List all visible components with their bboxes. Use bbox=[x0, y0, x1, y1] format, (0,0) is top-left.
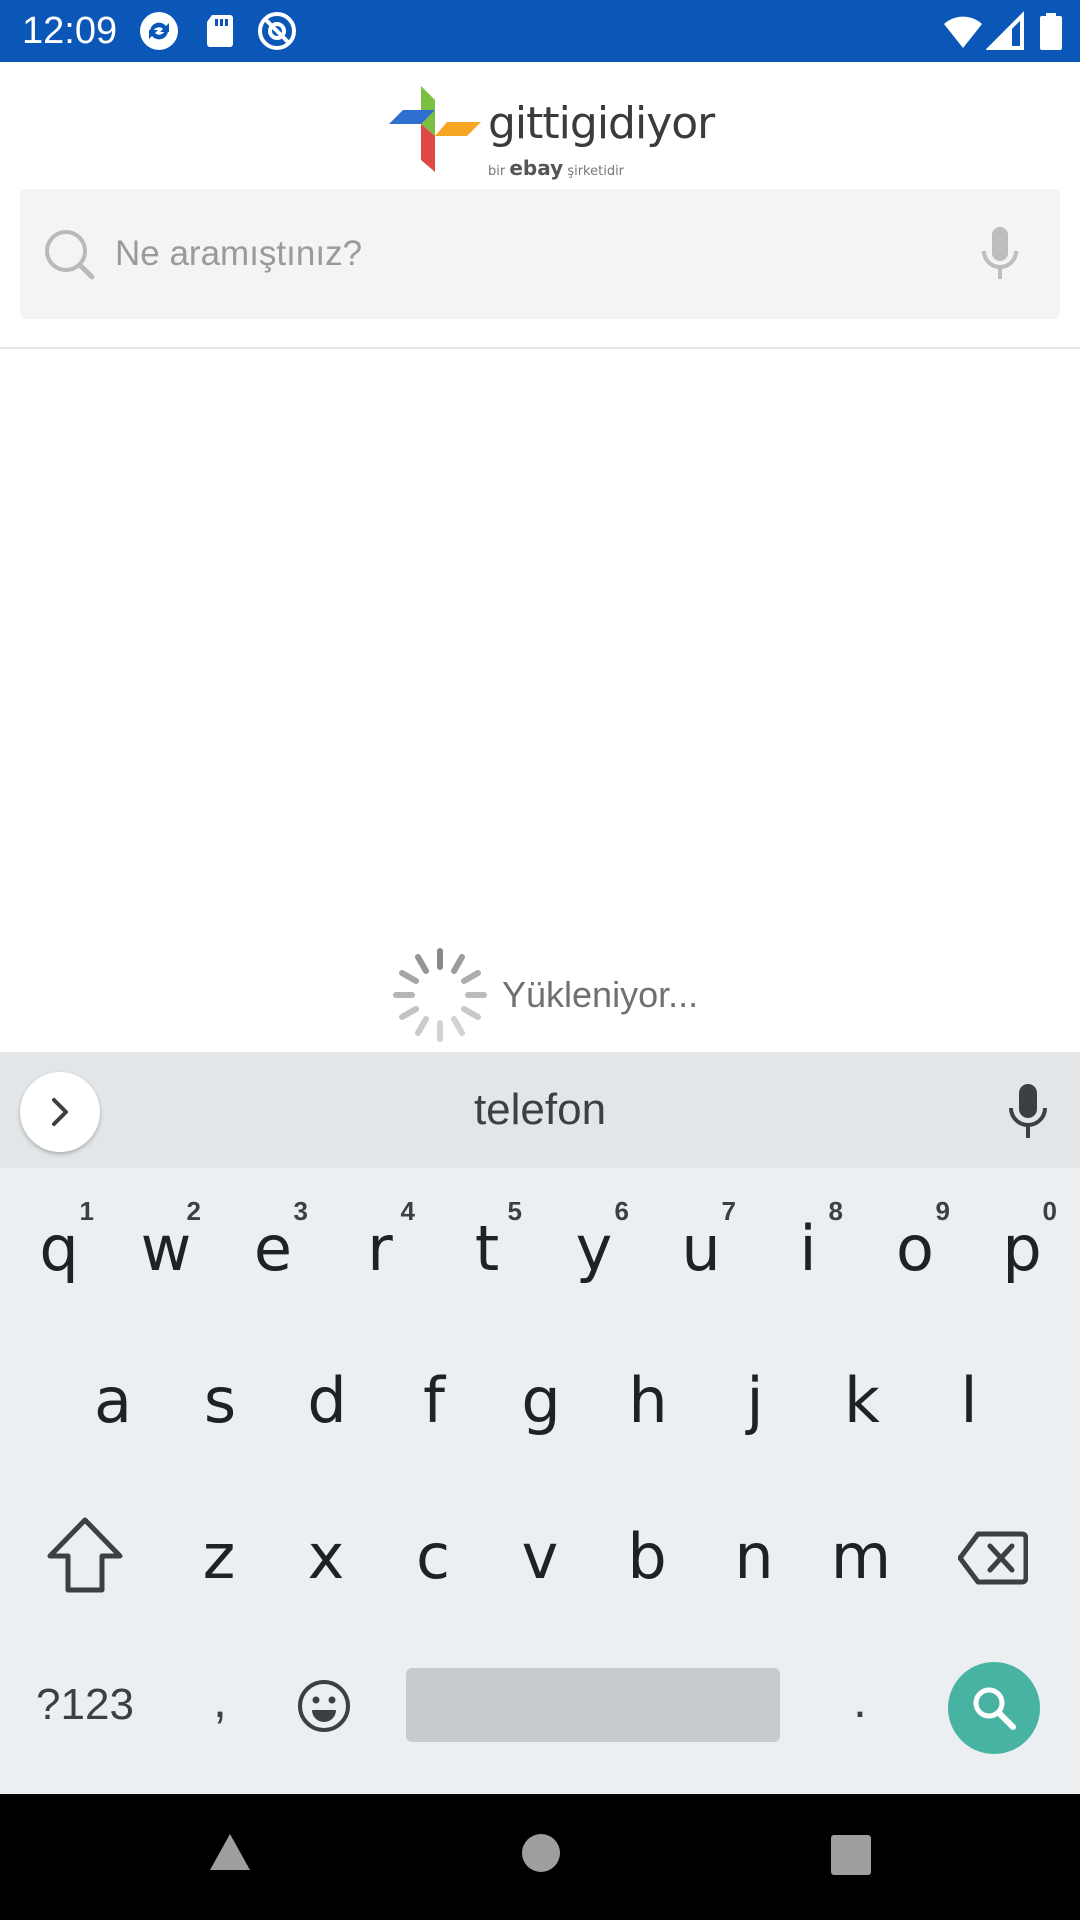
key-hint: 2 bbox=[186, 1196, 201, 1226]
at-sign-icon bbox=[258, 12, 296, 50]
status-time: 12:09 bbox=[22, 10, 118, 52]
key-label: a bbox=[94, 1364, 132, 1437]
key-n[interactable]: n bbox=[701, 1500, 807, 1620]
key-x[interactable]: x bbox=[273, 1500, 379, 1620]
key-label: v bbox=[521, 1520, 559, 1593]
key-label: h bbox=[628, 1364, 668, 1437]
key-w[interactable]: w2 bbox=[113, 1192, 219, 1312]
key-f[interactable]: f bbox=[381, 1344, 487, 1464]
search-icon bbox=[973, 1687, 1016, 1730]
key-p[interactable]: p0 bbox=[969, 1192, 1075, 1312]
key-label: y bbox=[575, 1212, 613, 1285]
key-g[interactable]: g bbox=[488, 1344, 594, 1464]
key-label: x bbox=[307, 1520, 345, 1593]
key-hint: 6 bbox=[614, 1196, 629, 1226]
key-hint: 7 bbox=[721, 1196, 736, 1226]
key-label: e bbox=[253, 1212, 293, 1285]
key-i[interactable]: i8 bbox=[755, 1192, 861, 1312]
loading-spinner-icon bbox=[393, 948, 487, 1042]
key-r[interactable]: r4 bbox=[327, 1192, 433, 1312]
key-label: g bbox=[521, 1364, 561, 1437]
key-label: z bbox=[202, 1520, 236, 1593]
loading-text: Yükleniyor... bbox=[502, 974, 699, 1015]
key-d[interactable]: d bbox=[274, 1344, 380, 1464]
app-logo: gittigidiyor bir ebay şirketidir bbox=[385, 80, 715, 180]
mic-icon[interactable] bbox=[978, 225, 1022, 283]
key-hint: 3 bbox=[293, 1196, 308, 1226]
key-l[interactable]: l bbox=[916, 1344, 1022, 1464]
key-z[interactable]: z bbox=[166, 1500, 272, 1620]
symbols-key[interactable]: ?123 bbox=[30, 1670, 140, 1740]
sync-icon bbox=[140, 12, 178, 50]
comma-key[interactable]: , bbox=[190, 1665, 250, 1735]
key-v[interactable]: v bbox=[487, 1500, 593, 1620]
home-icon[interactable] bbox=[522, 1834, 560, 1872]
key-hint: 9 bbox=[935, 1196, 950, 1226]
toolbar-toggle-button[interactable] bbox=[20, 1072, 100, 1152]
key-hint: 4 bbox=[400, 1196, 415, 1226]
key-hint: 5 bbox=[507, 1196, 522, 1226]
key-label: u bbox=[681, 1212, 721, 1285]
wifi-icon bbox=[944, 16, 982, 48]
signal-icon bbox=[986, 11, 1024, 50]
key-c[interactable]: c bbox=[380, 1500, 486, 1620]
key-label: s bbox=[203, 1364, 237, 1437]
key-b[interactable]: b bbox=[594, 1500, 700, 1620]
key-label: p bbox=[1002, 1212, 1042, 1285]
key-label: r bbox=[367, 1212, 393, 1285]
keyboard-mic-icon[interactable] bbox=[1005, 1082, 1051, 1140]
key-label: w bbox=[140, 1212, 192, 1285]
logo-tagline: bir ebay şirketidir bbox=[488, 156, 625, 180]
key-o[interactable]: o9 bbox=[862, 1192, 968, 1312]
key-a[interactable]: a bbox=[60, 1344, 166, 1464]
key-hint: 8 bbox=[828, 1196, 843, 1226]
key-m[interactable]: m bbox=[808, 1500, 914, 1620]
key-label: l bbox=[960, 1364, 978, 1437]
search-icon bbox=[45, 230, 95, 280]
suggestion-word[interactable]: telefon bbox=[0, 1052, 1080, 1168]
key-k[interactable]: k bbox=[809, 1344, 915, 1464]
key-y[interactable]: y6 bbox=[541, 1192, 647, 1312]
period-key[interactable]: . bbox=[835, 1665, 885, 1735]
key-e[interactable]: e3 bbox=[220, 1192, 326, 1312]
key-label: m bbox=[830, 1520, 892, 1593]
header-divider bbox=[0, 347, 1080, 349]
key-u[interactable]: u7 bbox=[648, 1192, 754, 1312]
key-label: d bbox=[307, 1364, 347, 1437]
key-label: c bbox=[415, 1520, 451, 1593]
key-label: t bbox=[474, 1212, 500, 1285]
key-label: k bbox=[844, 1364, 880, 1437]
key-hint: 1 bbox=[79, 1196, 94, 1226]
emoji-key[interactable] bbox=[296, 1678, 352, 1734]
logo-mark-icon bbox=[389, 86, 481, 172]
space-key[interactable] bbox=[406, 1668, 780, 1742]
navigation-bar bbox=[0, 1794, 1080, 1920]
logo-wordmark: gittigidiyor bbox=[488, 98, 715, 149]
search-action-key[interactable] bbox=[948, 1662, 1040, 1754]
key-label: q bbox=[39, 1212, 79, 1285]
backspace-key[interactable] bbox=[958, 1530, 1028, 1586]
key-label: i bbox=[799, 1212, 817, 1285]
battery-icon bbox=[1040, 13, 1062, 50]
key-label: n bbox=[734, 1520, 774, 1593]
status-bar: 12:09 bbox=[0, 0, 1080, 62]
key-q[interactable]: q1 bbox=[6, 1192, 112, 1312]
key-hint: 0 bbox=[1042, 1196, 1057, 1226]
key-t[interactable]: t5 bbox=[434, 1192, 540, 1312]
key-label: f bbox=[423, 1364, 445, 1437]
chevron-right-icon bbox=[52, 1098, 68, 1126]
key-s[interactable]: s bbox=[167, 1344, 273, 1464]
key-label: j bbox=[746, 1364, 764, 1437]
key-label: b bbox=[627, 1520, 667, 1593]
recents-icon[interactable] bbox=[831, 1835, 871, 1875]
suggestion-strip: telefon bbox=[0, 1052, 1080, 1168]
search-input[interactable]: Ne aramıştınız? bbox=[115, 189, 362, 319]
key-label: o bbox=[896, 1212, 934, 1285]
back-icon[interactable] bbox=[208, 1832, 252, 1872]
sd-card-icon bbox=[207, 15, 233, 47]
key-j[interactable]: j bbox=[702, 1344, 808, 1464]
shift-key[interactable] bbox=[40, 1510, 130, 1600]
search-bar[interactable]: Ne aramıştınız? bbox=[20, 189, 1060, 319]
key-h[interactable]: h bbox=[595, 1344, 701, 1464]
